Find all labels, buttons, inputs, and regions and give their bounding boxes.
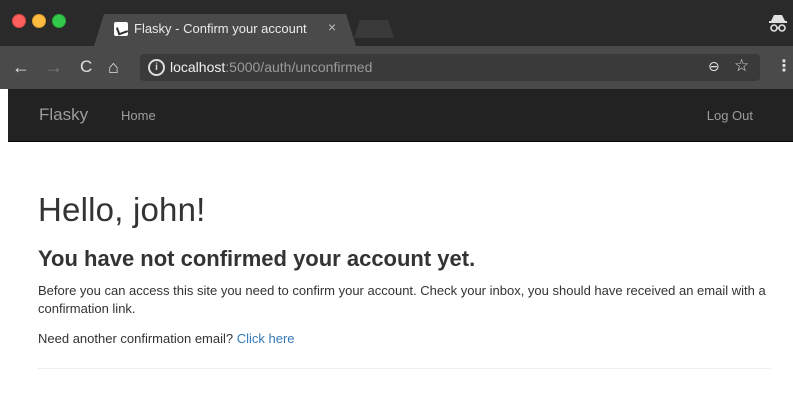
browser-tab-active[interactable]: Flasky - Confirm your account × — [94, 14, 356, 46]
zoom-icon[interactable]: ⊖ — [708, 58, 720, 75]
resend-confirmation-link[interactable]: Click here — [237, 331, 295, 346]
home-icon[interactable]: ⌂ — [108, 56, 119, 78]
divider — [38, 368, 771, 369]
close-window-button[interactable] — [12, 14, 26, 28]
page-title: Hello, john! — [38, 191, 206, 228]
tab-title: Flasky - Confirm your account — [134, 21, 307, 36]
browser-titlebar: Flasky - Confirm your account × — [0, 0, 793, 46]
address-bar[interactable]: i localhost:5000/auth/unconfirmed ⊖ ☆ — [140, 54, 760, 81]
browser-toolbar: ← → C ⌂ i localhost:5000/auth/unconfirme… — [0, 46, 793, 89]
nav-logout-link[interactable]: Log Out — [707, 108, 753, 123]
brand-link[interactable]: Flasky — [39, 105, 88, 125]
incognito-icon — [767, 12, 789, 34]
resend-paragraph: Need another confirmation email? Click h… — [38, 330, 771, 348]
unconfirmed-heading: You have not confirmed your account yet. — [38, 246, 476, 271]
minimize-window-button[interactable] — [32, 14, 46, 28]
main-content: Hello, john! You have not confirmed your… — [38, 190, 771, 369]
tab-close-icon[interactable]: × — [328, 19, 336, 35]
confirmation-message: Before you can access this site you need… — [38, 283, 766, 316]
app-navbar: Flasky Home Log Out — [8, 89, 793, 142]
url-path: :5000/auth/unconfirmed — [225, 59, 373, 75]
maximize-window-button[interactable] — [52, 14, 66, 28]
favicon-icon — [114, 22, 128, 36]
reload-icon[interactable]: C — [80, 56, 92, 78]
resend-prompt: Need another confirmation email? — [38, 331, 234, 346]
bookmark-star-icon[interactable]: ☆ — [734, 56, 749, 76]
url-host: localhost — [170, 59, 226, 75]
forward-arrow-icon[interactable]: → — [45, 56, 63, 78]
url-text[interactable]: localhost:5000/auth/unconfirmed — [170, 59, 372, 75]
browser-menu-icon[interactable]: ⋮ — [776, 56, 792, 76]
back-arrow-icon[interactable]: ← — [12, 56, 30, 78]
info-icon[interactable]: i — [148, 59, 165, 76]
nav-home-link[interactable]: Home — [121, 108, 156, 123]
new-tab-button[interactable] — [354, 20, 394, 38]
